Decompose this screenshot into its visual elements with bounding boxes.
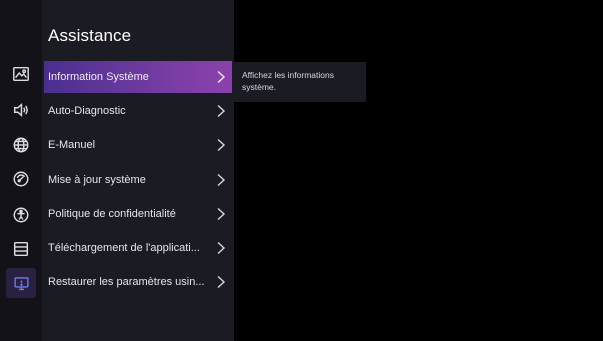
item-description-box: Affichez les informations système. [234, 62, 366, 102]
system-dial-icon[interactable] [9, 167, 33, 191]
menu-item-mise-a-jour-systeme[interactable]: Mise à jour système [44, 164, 232, 196]
menu-item-label: Information Système [48, 71, 149, 83]
menu-item-restaurer-parametres-usine[interactable]: Restaurer les paramètres usin... [44, 266, 232, 298]
picture-icon[interactable] [9, 62, 33, 86]
menu-item-label: E-Manuel [48, 139, 96, 151]
chevron-right-icon [217, 241, 226, 255]
chevron-right-icon [217, 275, 226, 289]
item-description-text: Affichez les informations système. [242, 70, 334, 92]
accessibility-icon[interactable] [9, 203, 33, 227]
category-rail [0, 0, 42, 341]
assistance-menu-panel: Assistance Information Système Auto-Diag… [42, 0, 234, 341]
menu-item-label: Auto-Diagnostic [48, 105, 126, 117]
menu-item-telechargement-application[interactable]: Téléchargement de l'applicati... [44, 232, 232, 264]
apps-list-icon[interactable] [9, 237, 33, 261]
menu-item-information-systeme[interactable]: Information Système [44, 61, 232, 93]
menu-item-label: Téléchargement de l'applicati... [48, 242, 200, 254]
menu-item-label: Mise à jour système [48, 174, 146, 186]
panel-title: Assistance [48, 26, 132, 45]
tv-settings-screen: Assistance Information Système Auto-Diag… [0, 0, 603, 341]
menu-item-label: Restaurer les paramètres usin... [48, 276, 205, 288]
chevron-right-icon [217, 207, 226, 221]
network-globe-icon[interactable] [9, 133, 33, 157]
chevron-right-icon [217, 104, 226, 118]
chevron-right-icon [217, 70, 226, 84]
menu-item-label: Politique de confidentialité [48, 208, 176, 220]
sound-icon[interactable] [9, 98, 33, 122]
chevron-right-icon [217, 173, 226, 187]
menu-item-e-manuel[interactable]: E-Manuel [44, 129, 232, 161]
support-screen-icon[interactable] [6, 268, 36, 298]
chevron-right-icon [217, 138, 226, 152]
menu-item-politique-de-confidentialite[interactable]: Politique de confidentialité [44, 198, 232, 230]
menu-item-auto-diagnostic[interactable]: Auto-Diagnostic [44, 95, 232, 127]
